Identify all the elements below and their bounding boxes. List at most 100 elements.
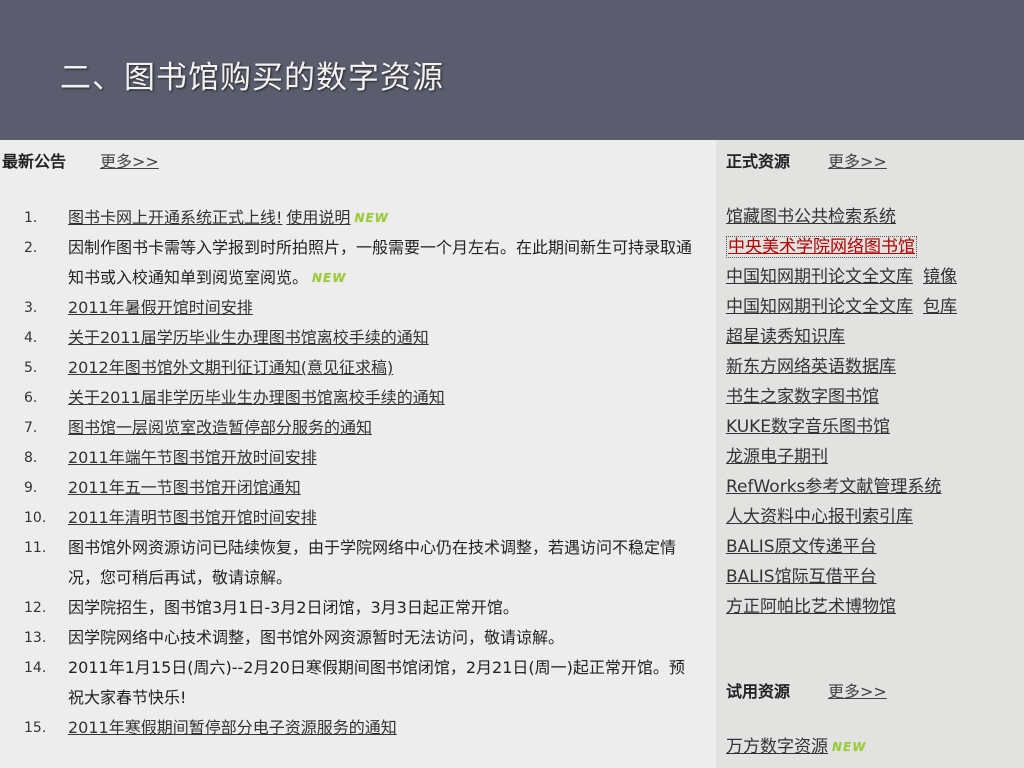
notice-item: 7. 图书馆一层阅览室改造暂停部分服务的通知 bbox=[0, 413, 700, 443]
notice-number: 7. bbox=[24, 420, 38, 436]
formal-resource-item[interactable]: 人大资料中心报刊索引库 bbox=[726, 502, 957, 532]
notice-item: 1. 图书卡网上开通系统正式上线! 使用说明 NEW bbox=[0, 203, 700, 233]
notice-item: 5. 2012年图书馆外文期刊征订通知(意见征求稿) bbox=[0, 353, 700, 383]
formal-resource-item[interactable]: 超星读秀知识库 bbox=[726, 322, 957, 352]
notice-link[interactable]: 图书馆一层阅览室改造暂停部分服务的通知 bbox=[68, 413, 696, 443]
new-badge-icon: NEW bbox=[832, 740, 867, 754]
notice-title: 2011年1月15日(周六)--2月20日寒假期间图书馆闭馆，2月21日(周一)… bbox=[68, 658, 685, 707]
trial-more-link[interactable]: 更多>> bbox=[828, 678, 887, 702]
notice-number: 3. bbox=[24, 300, 38, 316]
notice-number: 10. bbox=[24, 510, 47, 526]
notice-title[interactable]: 2011年寒假期间暂停部分电子资源服务的通知 bbox=[68, 718, 397, 737]
resource-link[interactable]: 万方数字资源 bbox=[726, 737, 828, 757]
notice-title: 因学院招生，图书馆3月1日-3月2日闭馆，3月3日起正常开馆。 bbox=[68, 598, 519, 617]
notice-number: 5. bbox=[24, 360, 38, 376]
notice-item: 9. 2011年五一节图书馆开闭馆通知 bbox=[0, 473, 700, 503]
notice-title[interactable]: 2011年端午节图书馆开放时间安排 bbox=[68, 448, 317, 467]
notice-item: 10. 2011年清明节图书馆开馆时间安排 bbox=[0, 503, 700, 533]
notice-link[interactable]: 2011年清明节图书馆开馆时间安排 bbox=[68, 503, 696, 533]
formal-resources-title: 正式资源 bbox=[726, 152, 791, 171]
slide-title: 二、图书馆购买的数字资源 bbox=[60, 60, 444, 96]
formal-resource-item[interactable]: 书生之家数字图书馆 bbox=[726, 382, 957, 412]
formal-resource-item[interactable]: BALIS馆际互借平台 bbox=[726, 562, 957, 592]
notice-link[interactable]: 2011年端午节图书馆开放时间安排 bbox=[68, 443, 696, 473]
resource-variant-link[interactable]: 镜像 bbox=[923, 267, 957, 287]
notice-text: 2011年1月15日(周六)--2月20日寒假期间图书馆闭馆，2月21日(周一)… bbox=[68, 653, 696, 713]
notice-text: 因制作图书卡需等入学报到时所拍照片，一般需要一个月左右。在此期间新生可持录取通知… bbox=[68, 233, 696, 293]
resource-link[interactable]: 中国知网期刊论文全文库 bbox=[726, 297, 913, 317]
notice-number: 2. bbox=[24, 240, 38, 256]
resource-link[interactable]: RefWorks参考文献管理系统 bbox=[726, 477, 941, 497]
notice-number: 12. bbox=[24, 600, 47, 616]
notice-title[interactable]: 关于2011届非学历毕业生办理图书馆离校手续的通知 bbox=[68, 388, 445, 407]
notice-panel: 最新公告 更多>> 1. 图书卡网上开通系统正式上线! 使用说明 NEW 2. 因制作图书… bbox=[0, 140, 716, 768]
notice-more-link[interactable]: 更多>> bbox=[100, 148, 159, 172]
formal-resource-item[interactable]: BALIS原文传递平台 bbox=[726, 532, 957, 562]
notice-link[interactable]: 关于2011届学历毕业生办理图书馆离校手续的通知 bbox=[68, 323, 696, 353]
notice-title[interactable]: 图书卡网上开通系统正式上线! bbox=[68, 208, 282, 227]
trial-resources-title: 试用资源 bbox=[726, 682, 791, 701]
formal-resource-item[interactable]: 龙源电子期刊 bbox=[726, 442, 957, 472]
formal-resource-item[interactable]: KUKE数字音乐图书馆 bbox=[726, 412, 957, 442]
notice-link[interactable]: 图书卡网上开通系统正式上线! 使用说明 NEW bbox=[68, 203, 696, 233]
formal-resource-item[interactable]: 馆藏图书公共检索系统 bbox=[726, 202, 957, 232]
new-badge-icon: NEW bbox=[354, 211, 389, 225]
notice-title[interactable]: 关于2011届学历毕业生办理图书馆离校手续的通知 bbox=[68, 328, 429, 347]
notice-number: 13. bbox=[24, 630, 47, 646]
formal-resource-item[interactable]: 方正阿帕比艺术博物馆 bbox=[726, 592, 957, 622]
notice-number: 6. bbox=[24, 390, 38, 406]
notice-number: 4. bbox=[24, 330, 38, 346]
notice-title: 因学院网络中心技术调整，图书馆外网资源暂时无法访问，敬请谅解。 bbox=[68, 628, 565, 647]
notice-title[interactable]: 2011年暑假开馆时间安排 bbox=[68, 298, 253, 317]
notice-link[interactable]: 2012年图书馆外文期刊征订通知(意见征求稿) bbox=[68, 353, 696, 383]
resource-link[interactable]: 馆藏图书公共检索系统 bbox=[726, 207, 896, 227]
resource-link[interactable]: 方正阿帕比艺术博物馆 bbox=[726, 597, 896, 617]
notice-item: 11. 图书馆外网资源访问已陆续恢复，由于学院网络中心仍在技术调整，若遇访问不稳定… bbox=[0, 533, 700, 593]
resource-link[interactable]: KUKE数字音乐图书馆 bbox=[726, 417, 890, 437]
resource-variant-link[interactable]: 包库 bbox=[923, 297, 957, 317]
notice-number: 11. bbox=[24, 540, 47, 556]
notice-link[interactable]: 2011年暑假开馆时间安排 bbox=[68, 293, 696, 323]
formal-resource-item[interactable]: 中国知网期刊论文全文库 包库 bbox=[726, 292, 957, 322]
notice-title[interactable]: 2011年五一节图书馆开闭馆通知 bbox=[68, 478, 301, 497]
notice-item: 13. 因学院网络中心技术调整，图书馆外网资源暂时无法访问，敬请谅解。 bbox=[0, 623, 700, 653]
usage-guide-link[interactable]: 使用说明 bbox=[286, 208, 350, 227]
resource-link[interactable]: 书生之家数字图书馆 bbox=[726, 387, 879, 407]
formal-resource-item[interactable]: 新东方网络英语数据库 bbox=[726, 352, 957, 382]
notice-item: 15. 2011年寒假期间暂停部分电子资源服务的通知 bbox=[0, 713, 700, 743]
resource-link[interactable]: 新东方网络英语数据库 bbox=[726, 357, 896, 377]
notice-title[interactable]: 2012年图书馆外文期刊征订通知(意见征求稿) bbox=[68, 358, 393, 377]
formal-resource-list: 馆藏图书公共检索系统 中央美术学院网络图书馆 中国知网期刊论文全文库 镜像 中国知网期刊… bbox=[726, 202, 957, 622]
resource-link[interactable]: 超星读秀知识库 bbox=[726, 327, 845, 347]
resource-link[interactable]: 人大资料中心报刊索引库 bbox=[726, 507, 913, 527]
notice-section-title: 最新公告 bbox=[2, 152, 67, 171]
new-badge-icon: NEW bbox=[312, 271, 347, 285]
notice-number: 8. bbox=[24, 450, 38, 466]
formal-resource-item[interactable]: RefWorks参考文献管理系统 bbox=[726, 472, 957, 502]
formal-resource-item[interactable]: 中国知网期刊论文全文库 镜像 bbox=[726, 262, 957, 292]
notice-item: 8. 2011年端午节图书馆开放时间安排 bbox=[0, 443, 700, 473]
trial-resource-item[interactable]: 万方数字资源 NEW bbox=[726, 732, 866, 762]
slide-header: 二、图书馆购买的数字资源 bbox=[0, 0, 1024, 140]
resource-link[interactable]: BALIS馆际互借平台 bbox=[726, 567, 877, 587]
resource-panel: 正式资源 更多>> 馆藏图书公共检索系统 中央美术学院网络图书馆 中国知网期刊论文全… bbox=[716, 140, 1024, 768]
notice-text: 因学院招生，图书馆3月1日-3月2日闭馆，3月3日起正常开馆。 bbox=[68, 593, 696, 623]
notice-title: 图书馆外网资源访问已陆续恢复，由于学院网络中心仍在技术调整，若遇访问不稳定情况，… bbox=[68, 538, 677, 587]
resource-link[interactable]: 龙源电子期刊 bbox=[726, 447, 828, 467]
notice-item: 3. 2011年暑假开馆时间安排 bbox=[0, 293, 700, 323]
notice-link[interactable]: 2011年寒假期间暂停部分电子资源服务的通知 bbox=[68, 713, 696, 743]
notice-item: 14. 2011年1月15日(周六)--2月20日寒假期间图书馆闭馆，2月21日(… bbox=[0, 653, 700, 713]
resource-link[interactable]: 中央美术学院网络图书馆 bbox=[726, 236, 917, 258]
trial-resource-list: 万方数字资源 NEW bbox=[726, 732, 866, 762]
notice-number: 9. bbox=[24, 480, 38, 496]
resource-link[interactable]: 中国知网期刊论文全文库 bbox=[726, 267, 913, 287]
notice-title[interactable]: 2011年清明节图书馆开馆时间安排 bbox=[68, 508, 317, 527]
notice-title: 因制作图书卡需等入学报到时所拍照片，一般需要一个月左右。在此期间新生可持录取通知… bbox=[68, 238, 693, 287]
notice-link[interactable]: 关于2011届非学历毕业生办理图书馆离校手续的通知 bbox=[68, 383, 696, 413]
formal-more-link[interactable]: 更多>> bbox=[828, 148, 887, 172]
resource-link[interactable]: BALIS原文传递平台 bbox=[726, 537, 877, 557]
formal-resource-item[interactable]: 中央美术学院网络图书馆 bbox=[726, 232, 957, 262]
notice-link[interactable]: 2011年五一节图书馆开闭馆通知 bbox=[68, 473, 696, 503]
notice-title[interactable]: 图书馆一层阅览室改造暂停部分服务的通知 bbox=[68, 418, 372, 437]
notice-text: 因学院网络中心技术调整，图书馆外网资源暂时无法访问，敬请谅解。 bbox=[68, 623, 696, 653]
